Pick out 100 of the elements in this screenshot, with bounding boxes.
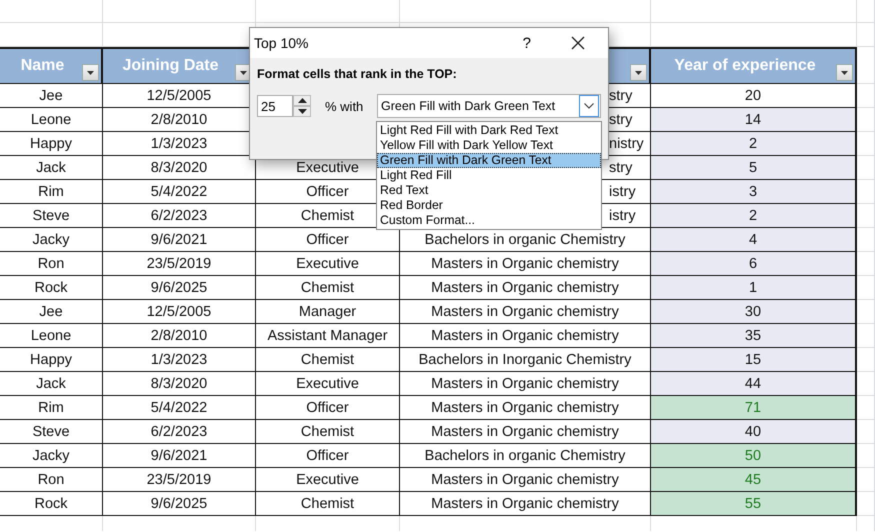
table-cell: Leone bbox=[0, 108, 103, 132]
filter-button[interactable] bbox=[630, 64, 647, 81]
table-cell: Executive bbox=[256, 372, 400, 396]
table-cell: 50 bbox=[651, 444, 857, 468]
table-cell: 9/6/2025 bbox=[103, 276, 256, 300]
table-cell: Officer bbox=[256, 396, 400, 420]
empty-cell bbox=[857, 84, 875, 108]
down-arrow-icon bbox=[298, 109, 306, 114]
caret-icon bbox=[87, 70, 94, 74]
table-cell: Bachelors in Inorganic Chemistry bbox=[400, 348, 651, 372]
caret-icon bbox=[635, 70, 642, 74]
table-cell: Executive bbox=[256, 468, 400, 492]
table-cell: 5 bbox=[651, 156, 857, 180]
empty-cell bbox=[857, 420, 875, 444]
dropdown-option[interactable]: Green Fill with Dark Green Text bbox=[377, 153, 601, 168]
close-button[interactable] bbox=[571, 36, 585, 50]
table-cell: Chemist bbox=[256, 276, 400, 300]
table-cell: Masters in Organic chemistry bbox=[400, 492, 651, 516]
empty-cell bbox=[857, 108, 875, 132]
table-cell: Officer bbox=[256, 444, 400, 468]
table-cell: 9/6/2025 bbox=[103, 492, 256, 516]
table-cell: Jacky bbox=[0, 228, 103, 252]
column-header: Name bbox=[20, 57, 64, 75]
table-cell: Masters in Organic chemistry bbox=[400, 396, 651, 420]
table-cell: 23/5/2019 bbox=[103, 252, 256, 276]
table-cell: Jacky bbox=[0, 444, 103, 468]
filter-button[interactable] bbox=[836, 64, 853, 81]
table-cell: Rim bbox=[0, 396, 103, 420]
table-cell: 45 bbox=[651, 468, 857, 492]
percent-field[interactable]: 25 bbox=[257, 95, 293, 117]
table-cell: Jee bbox=[0, 300, 103, 324]
table-cell: 71 bbox=[651, 396, 857, 420]
table-cell: Happy bbox=[0, 348, 103, 372]
table-cell: 9/6/2021 bbox=[103, 444, 256, 468]
table-cell: Rock bbox=[0, 492, 103, 516]
empty-cell bbox=[857, 348, 875, 372]
table-cell: Masters in Organic chemistry bbox=[400, 252, 651, 276]
table-cell: Chemist bbox=[256, 420, 400, 444]
table-cell: Masters in Organic chemistry bbox=[400, 324, 651, 348]
empty-cell bbox=[857, 47, 875, 84]
table-cell: Steve bbox=[0, 204, 103, 228]
empty-cell bbox=[857, 324, 875, 348]
table-cell: 9/6/2021 bbox=[103, 228, 256, 252]
table-cell: 1 bbox=[651, 276, 857, 300]
table-cell: 3 bbox=[651, 180, 857, 204]
empty-cell bbox=[857, 252, 875, 276]
table-cell: Executive bbox=[256, 252, 400, 276]
table-cell: 14 bbox=[651, 108, 857, 132]
chevron-down-icon bbox=[584, 103, 594, 109]
close-icon bbox=[571, 36, 585, 50]
table-cell: 5/4/2022 bbox=[103, 180, 256, 204]
empty-cell bbox=[857, 468, 875, 492]
table-cell: 2 bbox=[651, 132, 857, 156]
table-cell: 44 bbox=[651, 372, 857, 396]
table-cell: Assistant Manager bbox=[256, 324, 400, 348]
table-cell: Chemist bbox=[256, 492, 400, 516]
table-cell: Manager bbox=[256, 300, 400, 324]
filter-button[interactable] bbox=[82, 64, 99, 81]
help-button[interactable]: ? bbox=[522, 34, 531, 52]
table-cell: 6/2/2023 bbox=[103, 204, 256, 228]
format-dropdown[interactable]: Green Fill with Dark Green Text bbox=[377, 94, 601, 118]
empty-cell bbox=[857, 204, 875, 228]
table-cell: 35 bbox=[651, 324, 857, 348]
table-cell: 6/2/2023 bbox=[103, 420, 256, 444]
table-cell: Jack bbox=[0, 372, 103, 396]
table-cell: Rock bbox=[0, 276, 103, 300]
table-cell: Masters in Organic chemistry bbox=[400, 420, 651, 444]
up-arrow-icon bbox=[298, 98, 306, 103]
spin-up-button[interactable] bbox=[293, 95, 311, 106]
table-cell: Masters in Organic chemistry bbox=[400, 300, 651, 324]
empty-cell bbox=[857, 492, 875, 516]
prompt-label: Format cells that rank in the TOP: bbox=[257, 67, 458, 81]
empty-cell bbox=[857, 276, 875, 300]
spin-down-button[interactable] bbox=[293, 106, 311, 117]
column-header: Year of experience bbox=[674, 57, 816, 75]
dialog-title: Top 10% bbox=[254, 35, 310, 51]
column-header: Joining Date bbox=[122, 57, 218, 75]
table-cell: 20 bbox=[651, 84, 857, 108]
table-cell: 5/4/2022 bbox=[103, 396, 256, 420]
table-cell: 2/8/2010 bbox=[103, 324, 256, 348]
table-cell: Masters in Organic chemistry bbox=[400, 468, 651, 492]
empty-cell bbox=[857, 132, 875, 156]
table-cell: Happy bbox=[0, 132, 103, 156]
chevron-button[interactable] bbox=[579, 95, 599, 117]
empty-cell bbox=[857, 0, 875, 23]
table-cell: 55 bbox=[651, 492, 857, 516]
caret-icon bbox=[841, 70, 848, 74]
empty-cell bbox=[857, 372, 875, 396]
empty-cell bbox=[857, 300, 875, 324]
table-cell: Chemist bbox=[256, 348, 400, 372]
empty-cell bbox=[857, 396, 875, 420]
table-cell: Jee bbox=[0, 84, 103, 108]
table-cell: 12/5/2005 bbox=[103, 300, 256, 324]
empty-cell bbox=[857, 23, 875, 47]
table-cell: Steve bbox=[0, 420, 103, 444]
with-label: % with bbox=[325, 98, 364, 114]
table-cell: 23/5/2019 bbox=[103, 468, 256, 492]
table-cell: 40 bbox=[651, 420, 857, 444]
table-cell: Rim bbox=[0, 180, 103, 204]
table-cell: 8/3/2020 bbox=[103, 372, 256, 396]
